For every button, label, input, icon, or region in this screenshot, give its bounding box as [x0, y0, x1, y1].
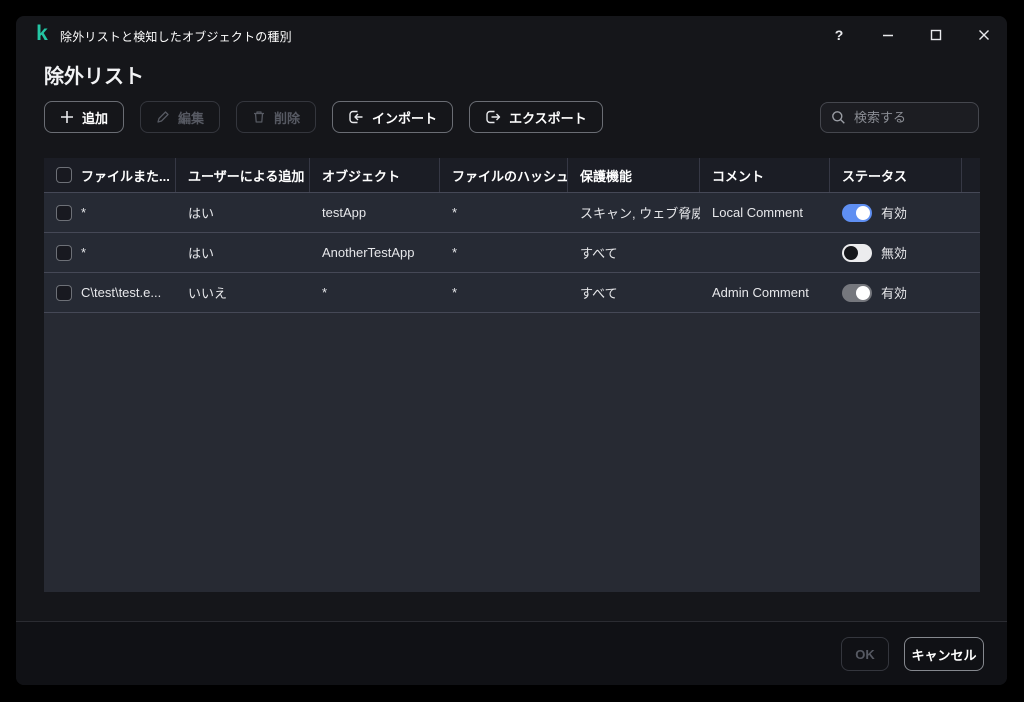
cell-object: testApp: [322, 205, 367, 220]
header-spacer: [962, 158, 980, 192]
status-label: 無効: [881, 246, 908, 261]
window-title: 除外リストと検知したオブジェクトの種別: [60, 30, 292, 44]
cell-status: 有効: [830, 193, 962, 232]
header-protection: 保護機能: [568, 158, 700, 192]
status-toggle[interactable]: [842, 283, 872, 302]
cell-status: 無効: [830, 233, 962, 272]
cell-file: *: [44, 193, 176, 232]
cell-spacer: [962, 193, 986, 232]
table-row[interactable]: * はい testApp * スキャン, ウェブ脅威... Local Comm…: [44, 192, 980, 232]
export-button-label: エクスポート: [509, 110, 587, 126]
header-object: オブジェクト: [310, 158, 440, 192]
cell-added-by-user: いいえ: [188, 286, 228, 301]
cancel-button[interactable]: キャンセル: [904, 637, 984, 671]
cell-comment: [700, 233, 830, 272]
cell-status: 有効: [830, 273, 962, 312]
toggle-knob: [856, 285, 870, 300]
edit-button-label: 編集: [178, 110, 205, 126]
pencil-icon: [157, 111, 169, 123]
help-button[interactable]: ?: [830, 26, 848, 44]
header-status: ステータス: [830, 158, 962, 192]
exclusions-dialog-window: k 除外リストと検知したオブジェクトの種別 ? 除外リスト 追加 編集 削除 イ…: [16, 16, 1007, 685]
toolbar: 追加 編集 削除 インポート エクスポート: [44, 101, 979, 133]
trash-icon: [254, 111, 265, 123]
header-file: ファイルまた...: [44, 158, 176, 192]
export-button[interactable]: エクスポート: [469, 101, 603, 133]
header-comment: コメント: [700, 158, 830, 192]
table-row[interactable]: * はい AnotherTestApp * すべて 無効: [44, 232, 980, 272]
kaspersky-logo-icon: k: [36, 22, 48, 45]
cell-spacer: [962, 273, 986, 312]
status-label: 有効: [881, 286, 908, 301]
delete-button-label: 削除: [274, 110, 301, 126]
cell-file: *: [44, 233, 176, 272]
add-button-label: 追加: [82, 110, 109, 126]
row-checkbox[interactable]: [56, 204, 72, 221]
table-header-row: ファイルまた... ユーザーによる追加 オブジェクト ファイルのハッシュ 保護機…: [44, 158, 980, 192]
edit-button[interactable]: 編集: [140, 101, 221, 133]
minimize-icon: [883, 34, 893, 37]
search-input[interactable]: [854, 109, 968, 125]
import-icon: [349, 110, 363, 124]
select-all-checkbox[interactable]: [56, 167, 72, 183]
header-file-hash: ファイルのハッシュ: [440, 158, 568, 192]
cell-file-hash: *: [452, 205, 458, 220]
maximize-button[interactable]: [927, 26, 945, 44]
close-icon: [979, 30, 989, 40]
delete-button[interactable]: 削除: [236, 101, 317, 133]
cell-file: C\test\test.e...: [44, 273, 176, 312]
plus-icon: [61, 111, 73, 123]
search-icon: [832, 110, 845, 124]
exclusions-table: ファイルまた... ユーザーによる追加 オブジェクト ファイルのハッシュ 保護機…: [44, 158, 980, 592]
import-button-label: インポート: [372, 110, 438, 126]
row-checkbox[interactable]: [56, 244, 72, 261]
maximize-icon: [930, 29, 942, 41]
status-label: 有効: [881, 206, 908, 221]
cell-comment: Admin Comment: [712, 285, 809, 300]
toggle-knob: [844, 245, 858, 260]
cell-protection: すべて: [580, 246, 618, 261]
cell-protection: スキャン, ウェブ脅威...: [580, 206, 700, 221]
page-title: 除外リスト: [44, 66, 144, 88]
export-icon: [486, 110, 501, 124]
table-row[interactable]: C\test\test.e... いいえ * * すべて Admin Comme…: [44, 272, 980, 312]
ok-button[interactable]: OK: [841, 637, 889, 671]
cell-object: *: [322, 285, 328, 300]
cell-added-by-user: はい: [188, 206, 215, 221]
table-empty-area: [44, 312, 980, 592]
cell-spacer: [962, 233, 986, 272]
import-button[interactable]: インポート: [332, 101, 454, 133]
cell-comment: Local Comment: [712, 205, 804, 220]
status-toggle[interactable]: [842, 203, 872, 222]
titlebar: k 除外リストと検知したオブジェクトの種別 ?: [16, 16, 1007, 52]
search-box: [820, 101, 979, 133]
row-checkbox[interactable]: [56, 284, 72, 301]
header-added-by-user: ユーザーによる追加: [176, 158, 310, 192]
cell-protection: すべて: [580, 286, 618, 301]
cell-added-by-user: はい: [188, 246, 215, 261]
cell-file-hash: *: [452, 285, 458, 300]
close-button[interactable]: [975, 26, 993, 44]
footer-bar: OK キャンセル: [16, 621, 1007, 685]
toggle-knob: [856, 205, 870, 220]
status-toggle[interactable]: [842, 243, 872, 262]
minimize-button[interactable]: [879, 26, 897, 44]
cell-file-hash: *: [452, 245, 458, 260]
cell-object: AnotherTestApp: [322, 245, 415, 260]
add-button[interactable]: 追加: [44, 101, 125, 133]
